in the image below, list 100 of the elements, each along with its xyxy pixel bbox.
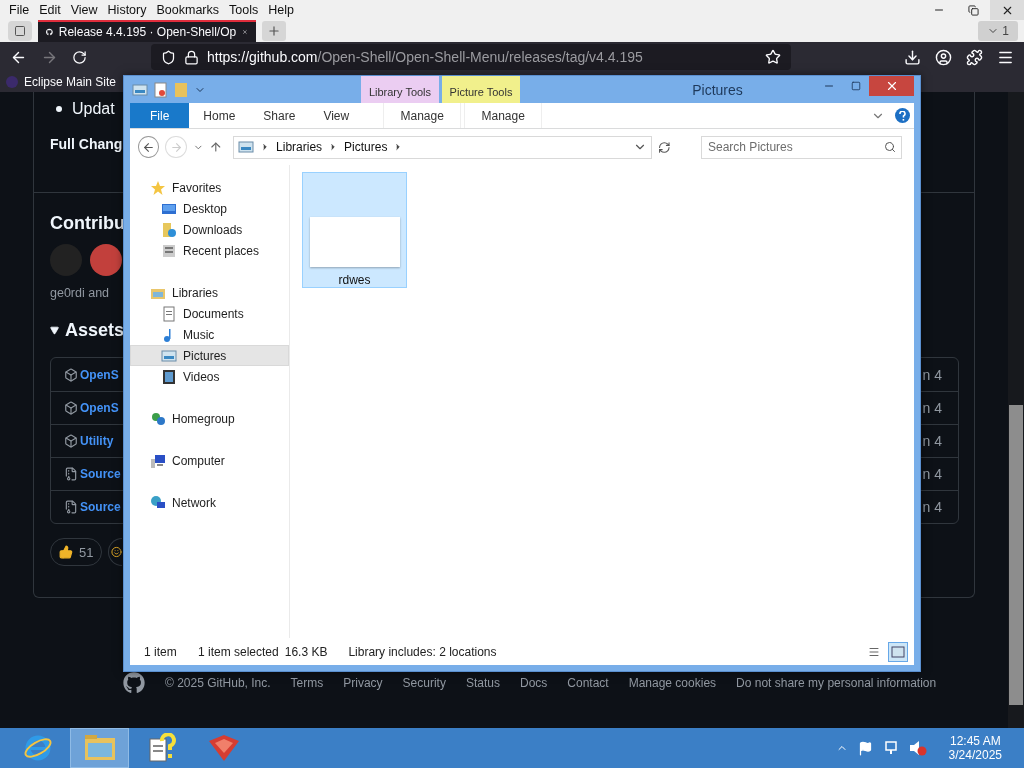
contextual-tab-header: Picture Tools [442, 76, 520, 103]
thumbnails-view-button[interactable] [888, 641, 908, 662]
menu-item[interactable]: View [65, 3, 103, 17]
url-field[interactable]: https://github.com/Open-Shell/Open-Shell-Menu/releases/tag/v4.4.195 [151, 44, 791, 70]
asset-date: n 4 [922, 366, 942, 383]
list-icon [868, 645, 880, 658]
pictures-icon [161, 347, 177, 364]
lock-icon [184, 49, 199, 65]
muted-speaker-icon[interactable] [908, 740, 927, 756]
nav-item[interactable]: Libraries [130, 282, 289, 303]
forward-arrow-icon [169, 140, 183, 154]
downloads-icon [161, 221, 177, 238]
asset-link[interactable]: OpenS [80, 367, 119, 382]
footer-link[interactable]: Contact [567, 676, 609, 690]
menu-item[interactable]: Bookmarks [151, 3, 224, 17]
back-arrow-icon [142, 140, 156, 154]
tab-list-icon [14, 25, 26, 37]
network-icon[interactable] [882, 740, 899, 756]
flag-icon[interactable] [857, 740, 873, 756]
asset-date: n 4 [922, 466, 942, 482]
bookmark-star-icon[interactable] [765, 49, 781, 65]
homegroup-icon [150, 410, 166, 427]
status-text: 1 item selected [198, 644, 279, 659]
fox-app-icon [206, 733, 241, 763]
full-changelog-link[interactable]: Full Chang [50, 136, 123, 152]
shield-icon [161, 49, 176, 65]
footer-link[interactable]: Manage cookies [628, 676, 717, 690]
back-button[interactable] [138, 136, 160, 158]
close-button[interactable] [990, 0, 1024, 20]
status-text: 16.3 KB [284, 644, 328, 659]
assets-heading: Assets [65, 320, 125, 341]
footer-link[interactable]: Privacy [343, 676, 383, 690]
nav-item[interactable]: Computer [130, 450, 289, 471]
nav-item[interactable]: Recent places [130, 240, 289, 261]
pictures-icon [238, 139, 255, 155]
refresh-icon[interactable] [658, 140, 671, 154]
menu-item[interactable]: History [102, 3, 152, 17]
changelog-text: Updat [72, 100, 115, 118]
tab-count-button[interactable]: 1 [978, 21, 1018, 41]
reload-icon[interactable] [72, 49, 87, 65]
folder-icon [83, 734, 116, 762]
nav-item[interactable]: Homegroup [130, 408, 289, 429]
menu-item[interactable]: File [4, 3, 35, 17]
restore-icon [967, 4, 979, 16]
nav-item[interactable]: Network [130, 492, 289, 513]
nav-item[interactable]: Music [130, 324, 289, 345]
nav-item[interactable]: Pictures [130, 345, 289, 366]
extensions-icon[interactable] [966, 48, 983, 66]
pictures-icon [132, 81, 148, 98]
ribbon-tab[interactable]: Share [249, 103, 310, 128]
menu-item[interactable]: Edit [34, 3, 66, 17]
file-item[interactable]: rdwes [302, 172, 407, 288]
bookmark-item[interactable]: Eclipse Main Site [24, 75, 117, 89]
menu-item[interactable]: Tools [224, 3, 264, 17]
collapse-icon[interactable] [50, 326, 59, 335]
videos-icon [161, 368, 177, 385]
computer-icon [150, 452, 166, 469]
package-icon [64, 434, 78, 448]
github-logo-icon [123, 672, 145, 694]
footer-link[interactable]: Do not share my personal information [736, 676, 937, 690]
properties-icon[interactable] [154, 81, 168, 98]
search-field[interactable]: Search Pictures [701, 135, 902, 159]
account-icon[interactable] [935, 48, 952, 66]
maximize-icon [850, 81, 861, 91]
asset-link[interactable]: Utility [80, 434, 114, 448]
footer-link[interactable]: Security [402, 676, 446, 690]
address-field[interactable]: Libraries Pictures [233, 135, 653, 159]
footer-link[interactable]: Status [465, 676, 500, 690]
recent-icon [161, 242, 177, 259]
scrollbar-thumb[interactable] [1009, 405, 1023, 705]
nav-item[interactable]: Downloads [130, 219, 289, 240]
footer-link[interactable]: Terms [290, 676, 324, 690]
nav-item[interactable]: Desktop [130, 198, 289, 219]
package-icon [64, 401, 78, 415]
browser-tab[interactable]: Release 4.4.195 · Open-Shell/Op [38, 20, 256, 42]
eclipse-icon [6, 76, 18, 88]
ribbon-tab[interactable]: Manage [464, 103, 543, 128]
documents-icon [161, 305, 177, 322]
menu-item[interactable]: Help [263, 3, 299, 17]
help-button[interactable] [895, 108, 910, 123]
nav-item[interactable]: Documents [130, 303, 289, 324]
clock[interactable]: 12:45 AM 3/24/2025 [948, 734, 1002, 762]
breadcrumb[interactable]: Pictures [344, 140, 388, 154]
download-icon[interactable] [904, 48, 921, 66]
ribbon-tab[interactable]: View [309, 103, 364, 128]
contributors-heading: Contribu [50, 213, 125, 234]
asset-link[interactable]: Source [80, 467, 121, 481]
tab-list-button[interactable] [8, 21, 32, 41]
asset-link[interactable]: Source [80, 500, 121, 514]
ribbon-tab[interactable]: Manage [383, 103, 462, 128]
new-tab-button[interactable] [262, 21, 286, 41]
asset-date: n 4 [922, 400, 942, 416]
nav-item[interactable]: Videos [130, 366, 289, 387]
asset-link[interactable]: OpenS [80, 401, 119, 415]
nav-item[interactable]: Favorites [130, 177, 289, 198]
footer-link[interactable]: Docs [519, 676, 548, 690]
ribbon-tab[interactable]: Home [189, 103, 250, 128]
breadcrumb[interactable]: Libraries [276, 140, 323, 154]
ribbon-tab[interactable]: File [130, 103, 190, 128]
status-text: 1 item [144, 644, 178, 659]
